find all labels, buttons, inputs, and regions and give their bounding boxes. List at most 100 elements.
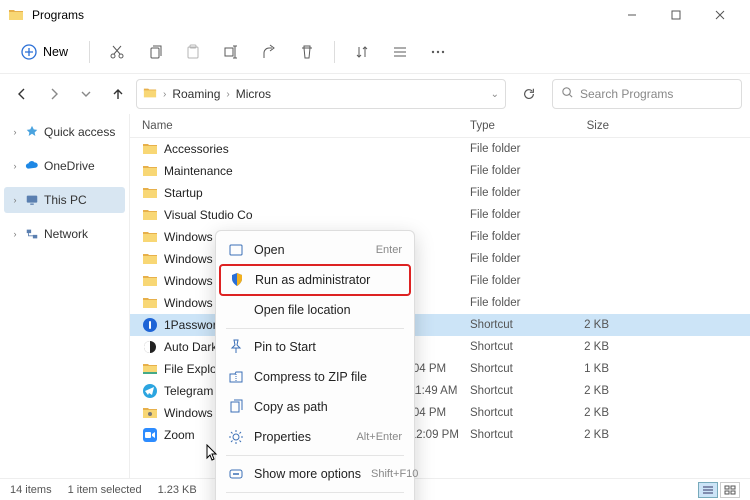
ctx-pin-to-start[interactable]: Pin to Start (220, 332, 410, 362)
file-size: 2 KB (555, 341, 625, 353)
file-icon (142, 339, 158, 355)
file-icon (142, 229, 158, 245)
file-name: Maintenance (164, 164, 233, 178)
view-large-button[interactable] (720, 482, 740, 498)
ctx-run-as-administrator[interactable]: Run as administrator (219, 264, 411, 296)
file-size: 2 KB (555, 385, 625, 397)
back-button[interactable] (8, 80, 36, 108)
maximize-button[interactable] (654, 0, 698, 30)
file-type: File folder (470, 187, 555, 199)
ctx-open-file-location[interactable]: Open file location (220, 295, 410, 325)
view-details-button[interactable] (698, 482, 718, 498)
cloud-icon (24, 158, 40, 174)
sidebar-item-network[interactable]: › Network (4, 221, 125, 247)
sidebar-item-this-pc[interactable]: › This PC (4, 187, 125, 213)
menu-separator (226, 492, 404, 493)
file-type: File folder (470, 297, 555, 309)
sidebar-item-label: This PC (44, 193, 87, 207)
ctx-open[interactable]: Open Enter (220, 235, 410, 265)
refresh-button[interactable] (514, 79, 544, 109)
up-button[interactable] (104, 80, 132, 108)
recent-button[interactable] (72, 80, 100, 108)
file-name: Accessories (164, 142, 229, 156)
network-icon (24, 226, 40, 242)
file-type: File folder (470, 143, 555, 155)
properties-icon (228, 429, 244, 445)
nav-row: › Roaming › Micros ⌄ Search Programs (0, 74, 750, 114)
file-icon (142, 185, 158, 201)
file-size: 2 KB (555, 319, 625, 331)
search-placeholder: Search Programs (580, 87, 673, 101)
delete-button[interactable] (290, 37, 324, 67)
more-button[interactable] (421, 37, 455, 67)
chevron-down-icon[interactable]: ⌄ (491, 89, 499, 100)
file-name: Telegram (164, 384, 213, 398)
file-icon (142, 383, 158, 399)
file-type: Shortcut (470, 319, 555, 331)
file-size: 2 KB (555, 429, 625, 441)
search-box[interactable]: Search Programs (552, 79, 742, 109)
sidebar: › Quick access › OneDrive › This PC › Ne… (0, 114, 130, 478)
file-type: Shortcut (470, 385, 555, 397)
sidebar-item-onedrive[interactable]: › OneDrive (4, 153, 125, 179)
chevron-right-icon: › (163, 89, 166, 100)
rename-button[interactable] (214, 37, 248, 67)
search-icon (561, 86, 574, 102)
monitor-icon (24, 192, 40, 208)
context-menu: Open Enter Run as administrator Open fil… (215, 230, 415, 500)
file-icon (142, 295, 158, 311)
copy-button[interactable] (138, 37, 172, 67)
table-row[interactable]: Visual Studio CoFile folder (130, 204, 750, 226)
new-button-label: New (43, 45, 68, 59)
menu-separator (226, 328, 404, 329)
ctx-show-more-options[interactable]: Show more options Shift+F10 (220, 459, 410, 489)
table-row[interactable]: Accessories File folder (130, 138, 750, 160)
table-row[interactable]: Maintenance File folder (130, 160, 750, 182)
window-title: Programs (32, 8, 84, 22)
minimize-button[interactable] (610, 0, 654, 30)
chevron-right-icon: › (10, 195, 20, 205)
cut-button[interactable] (100, 37, 134, 67)
sort-button[interactable] (345, 37, 379, 67)
folder-icon (143, 86, 157, 103)
titlebar: Programs (0, 0, 750, 30)
breadcrumb-segment[interactable]: Micros (236, 87, 271, 101)
column-header-size[interactable]: Size (555, 120, 625, 132)
file-name: Startup (164, 186, 203, 200)
table-row[interactable]: Startup File folder (130, 182, 750, 204)
file-type: File folder (470, 231, 555, 243)
zip-icon (228, 369, 244, 385)
file-size: 2 KB (555, 407, 625, 419)
share-button[interactable] (252, 37, 286, 67)
sidebar-item-label: Network (44, 227, 88, 241)
sidebar-item-quick-access[interactable]: › Quick access (4, 119, 125, 145)
view-button[interactable] (383, 37, 417, 67)
file-icon (142, 163, 158, 179)
sidebar-item-label: Quick access (44, 125, 115, 139)
file-icon (142, 207, 158, 223)
star-icon (24, 124, 40, 140)
paste-button[interactable] (176, 37, 210, 67)
ctx-compress-zip[interactable]: Compress to ZIP file (220, 362, 410, 392)
file-icon (142, 317, 158, 333)
file-explorer-window: Programs New › Roaming (0, 0, 750, 500)
address-bar[interactable]: › Roaming › Micros ⌄ (136, 79, 506, 109)
file-type: File folder (470, 165, 555, 177)
blank-icon (228, 302, 244, 318)
file-type: File folder (470, 275, 555, 287)
status-item-count: 14 items (10, 484, 52, 496)
file-name: Visual Studio Co (164, 208, 253, 222)
close-button[interactable] (698, 0, 742, 30)
ctx-copy-as-path[interactable]: Copy as path (220, 392, 410, 422)
column-header-name[interactable]: Name (130, 120, 340, 132)
plus-circle-icon (21, 44, 37, 60)
column-header-type[interactable]: Type (470, 120, 555, 132)
breadcrumb-segment[interactable]: Roaming (172, 87, 220, 101)
toolbar-separator (334, 41, 335, 63)
file-type: Shortcut (470, 363, 555, 375)
ctx-properties[interactable]: Properties Alt+Enter (220, 422, 410, 452)
sidebar-item-label: OneDrive (44, 159, 95, 173)
new-button[interactable]: New (10, 37, 79, 67)
forward-button[interactable] (40, 80, 68, 108)
column-header: Name Type Size (130, 114, 750, 138)
